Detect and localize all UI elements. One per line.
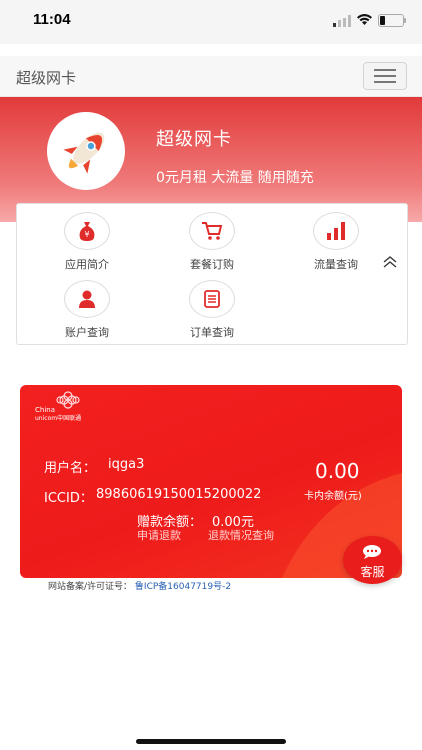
menu-item-app-intro[interactable]: ¥ 应用简介	[42, 212, 132, 272]
hero-title: 超级网卡	[156, 129, 232, 150]
order-list-icon	[189, 280, 235, 318]
iccid-label: ICCID：	[44, 491, 93, 506]
refund-status-link[interactable]: 退款情况查询	[208, 527, 274, 543]
footer-label: 网站备案/许可证号：	[48, 582, 133, 592]
bar-chart-icon	[313, 212, 359, 250]
collapse-chevron-up-icon[interactable]	[383, 255, 397, 269]
chat-bubble-icon	[363, 545, 381, 559]
customer-service-button[interactable]: 客服	[343, 536, 402, 584]
menu-item-label: 应用简介	[65, 258, 109, 271]
money-bag-icon: ¥	[64, 212, 110, 250]
footer-icp: 网站备案/许可证号： 鲁ICP备16047719号-2	[48, 579, 231, 592]
menu-item-label: 套餐订购	[190, 258, 234, 271]
navbar-title: 超级网卡	[16, 69, 77, 87]
cellular-signal-icon	[333, 15, 351, 27]
function-menu: ¥ 应用简介 套餐订购 流量查询 账户查询 订单查询	[16, 203, 408, 345]
brand-line-2: unicom中国联通	[35, 414, 81, 422]
home-indicator	[136, 739, 286, 744]
hamburger-menu-button[interactable]	[363, 62, 407, 90]
customer-service-label: 客服	[360, 565, 385, 579]
menu-item-order-query[interactable]: 订单查询	[167, 280, 257, 340]
refund-link[interactable]: 申请退款	[137, 527, 181, 543]
user-icon	[64, 280, 110, 318]
wifi-icon	[357, 14, 372, 25]
hero-subtitle: 0元月租 大流量 随用随充	[156, 170, 314, 186]
menu-item-account-query[interactable]: 账户查询	[42, 280, 132, 340]
status-time: 11:04	[33, 11, 71, 28]
card-balance-label: 卡内余额(元)	[304, 491, 362, 502]
rocket-logo	[47, 112, 125, 190]
shopping-cart-icon	[189, 212, 235, 250]
rocket-icon	[63, 132, 105, 174]
svg-text:¥: ¥	[84, 230, 89, 239]
icp-link[interactable]: 鲁ICP备16047719号-2	[135, 582, 231, 592]
card-balance-value: 0.00	[315, 459, 360, 483]
menu-item-label: 订单查询	[190, 326, 234, 339]
china-unicom-logo: China unicom中国联通	[35, 391, 81, 422]
username-label: 用户名：	[44, 461, 97, 476]
username-value: iqga3	[108, 457, 145, 472]
menu-item-label: 流量查询	[314, 258, 358, 271]
status-bar: 11:04	[0, 0, 422, 44]
menu-item-label: 账户查询	[65, 326, 109, 339]
menu-item-data-query[interactable]: 流量查询	[291, 212, 381, 272]
iccid-value: 89860619150015200022	[96, 487, 262, 502]
top-navbar: 超级网卡	[0, 56, 422, 97]
brand-line-1: China	[35, 406, 55, 414]
menu-item-package-order[interactable]: 套餐订购	[167, 212, 257, 272]
battery-icon	[378, 14, 406, 27]
